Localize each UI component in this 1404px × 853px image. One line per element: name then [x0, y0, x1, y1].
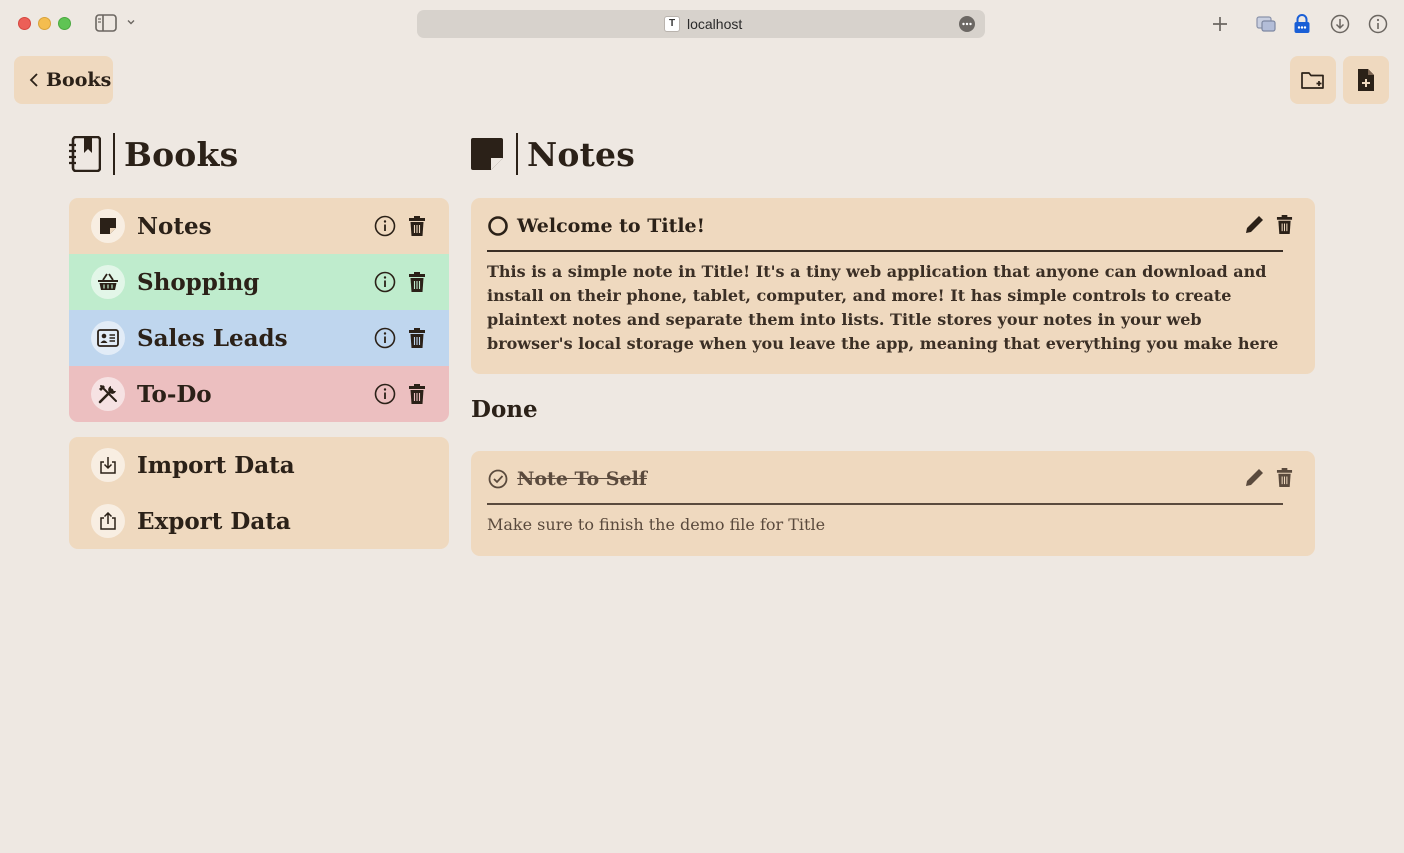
circle-checkbox-icon[interactable] [487, 215, 509, 237]
back-button-label: Books [46, 69, 112, 91]
minimize-window-button[interactable] [38, 17, 51, 30]
notes-heading: Notes [470, 132, 635, 176]
book-label: To-Do [137, 380, 212, 408]
pencil-icon[interactable] [1243, 467, 1265, 489]
trash-icon[interactable] [408, 327, 426, 349]
new-book-button[interactable] [1290, 56, 1336, 104]
export-data-button[interactable]: Export Data [69, 493, 449, 549]
tab-overview-icon[interactable] [1255, 13, 1277, 35]
export-icon [91, 504, 125, 538]
info-icon[interactable] [374, 327, 396, 349]
book-item-to-do[interactable]: To-Do [69, 366, 449, 422]
back-to-books-button[interactable]: Books [14, 56, 113, 104]
url-text[interactable]: localhost [687, 16, 742, 32]
basket-icon [91, 265, 125, 299]
book-label: Shopping [137, 268, 260, 296]
note-header: Note To Self [487, 467, 1287, 491]
trash-icon[interactable] [408, 271, 426, 293]
check-circle-icon[interactable] [487, 468, 509, 490]
password-lock-icon[interactable] [1291, 13, 1313, 35]
book-item-sales-leads[interactable]: Sales Leads [69, 310, 449, 366]
note-title: Note To Self [517, 468, 647, 490]
browser-toolbar: T localhost [0, 0, 1404, 48]
site-favicon: T [664, 16, 680, 32]
import-data-label: Import Data [137, 451, 295, 479]
done-note-card[interactable]: Note To Self Make sure to finish the dem… [471, 451, 1315, 556]
done-heading: Done [471, 396, 538, 423]
import-icon [91, 448, 125, 482]
book-item-shopping[interactable]: Shopping [69, 254, 449, 310]
trash-icon[interactable] [408, 383, 426, 405]
note-body: Make sure to finish the demo file for Ti… [487, 515, 826, 534]
info-icon[interactable] [374, 383, 396, 405]
book-item-notes[interactable]: Notes [69, 198, 449, 254]
note-divider [487, 250, 1283, 252]
note-card[interactable]: Welcome to Title! This is a simple note … [471, 198, 1315, 374]
sidebar-toggle-icon[interactable] [95, 14, 117, 32]
note-body: This is a simple note in Title! It's a t… [487, 262, 1279, 353]
books-title: Books [124, 134, 239, 174]
sticky-note-icon [91, 209, 125, 243]
info-icon[interactable] [374, 215, 396, 237]
contact-card-icon [91, 321, 125, 355]
book-label: Sales Leads [137, 324, 288, 352]
import-data-button[interactable]: Import Data [69, 437, 449, 493]
tools-icon [91, 377, 125, 411]
file-plus-icon [1358, 69, 1374, 91]
page-menu-icon[interactable] [959, 16, 975, 32]
address-bar[interactable]: T localhost [417, 10, 985, 38]
trash-icon[interactable] [1276, 214, 1293, 235]
address-book-icon [69, 136, 101, 172]
close-window-button[interactable] [18, 17, 31, 30]
note-title: Welcome to Title! [517, 215, 705, 237]
chevron-down-icon[interactable] [126, 17, 136, 27]
note-header: Welcome to Title! [487, 214, 1287, 238]
pencil-icon[interactable] [1243, 214, 1265, 236]
downloads-icon[interactable] [1329, 13, 1351, 35]
new-note-button[interactable] [1343, 56, 1389, 104]
books-heading: Books [68, 132, 238, 176]
book-label: Notes [137, 212, 212, 240]
books-list: Notes Shopping Sales Leads To-Do [69, 198, 449, 422]
trash-icon[interactable] [1276, 467, 1293, 488]
trash-icon[interactable] [408, 215, 426, 237]
notes-title: Notes [527, 134, 635, 174]
new-tab-icon[interactable] [1209, 13, 1231, 35]
folder-plus-icon [1301, 72, 1324, 89]
sticky-note-icon [471, 138, 503, 170]
chevron-left-icon [29, 73, 38, 87]
zoom-window-button[interactable] [58, 17, 71, 30]
note-divider [487, 503, 1283, 505]
export-data-label: Export Data [137, 507, 291, 535]
data-actions: Import Data Export Data [69, 437, 449, 549]
page-info-icon[interactable] [1367, 13, 1389, 35]
info-icon[interactable] [374, 271, 396, 293]
